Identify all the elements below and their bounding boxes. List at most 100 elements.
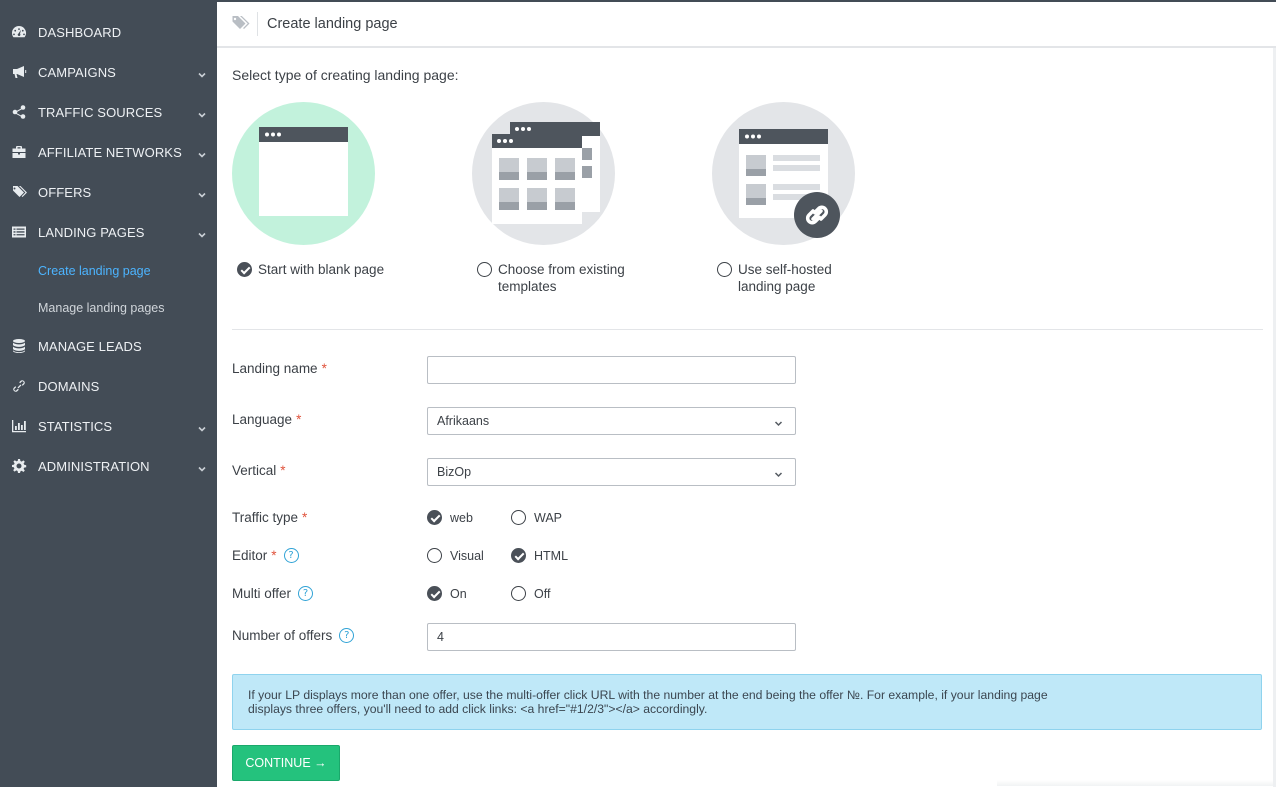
tags-icon (10, 184, 27, 201)
language-label: Language * (232, 412, 301, 427)
option-self-hosted[interactable]: Use self-hosted landing page (717, 261, 832, 295)
sidebar-item-affiliate-networks[interactable]: AFFILIATE NETWORKS (0, 132, 217, 172)
radio-label: Visual (450, 548, 484, 563)
sidebar-item-label: OFFERS (38, 184, 92, 200)
main-content: Create landing page Select type of creat… (217, 0, 1276, 787)
multi-offer-on[interactable]: On (427, 586, 467, 601)
sidebar-item-statistics[interactable]: STATISTICS (0, 406, 217, 446)
landing-name-input[interactable] (427, 356, 796, 384)
help-icon[interactable]: ? (283, 548, 299, 563)
traffic-type-label: Traffic type * (232, 510, 307, 525)
option-existing-templates[interactable]: Choose from existing templates (477, 261, 625, 295)
radio-blank-page[interactable] (237, 262, 252, 277)
header-divider (257, 12, 258, 36)
required-mark: * (321, 361, 327, 376)
page-header: Create landing page (217, 0, 1276, 48)
sidebar-item-landing-pages[interactable]: LANDING PAGES (0, 212, 217, 252)
sidebar-item-domains[interactable]: DOMAINS (0, 366, 217, 406)
option-label: Use self-hosted landing page (738, 261, 832, 295)
editor-visual[interactable]: Visual (427, 548, 484, 563)
self-hosted-illustration[interactable] (712, 102, 855, 245)
link-icon (10, 378, 27, 395)
option-blank-page[interactable]: Start with blank page (237, 261, 384, 278)
section-label: Select type of creating landing page: (232, 67, 459, 83)
label-text: Number of offers (232, 628, 333, 643)
sidebar-item-label: DOMAINS (38, 378, 100, 394)
section-divider (232, 329, 1263, 330)
select-value: BizOp (437, 465, 472, 479)
sidebar-item-label: AFFILIATE NETWORKS (38, 144, 182, 160)
radio-visual[interactable] (427, 548, 442, 563)
sidebar-item-label: CAMPAIGNS (38, 64, 116, 80)
option-label-line-1: Use self-hosted (738, 262, 832, 277)
input-value: 4 (437, 630, 444, 644)
label-text: Vertical (232, 463, 277, 478)
multi-offer-off[interactable]: Off (511, 586, 550, 601)
radio-on[interactable] (427, 586, 442, 601)
radio-self-hosted[interactable] (717, 262, 732, 277)
chevron-down-icon (197, 421, 207, 432)
help-icon[interactable]: ? (298, 586, 314, 601)
megaphone-icon (10, 64, 27, 81)
sidebar-item-campaigns[interactable]: CAMPAIGNS (0, 52, 217, 92)
vertical-label: Vertical * (232, 463, 286, 478)
option-label-line-2: landing page (738, 279, 816, 294)
traffic-type-web[interactable]: web (427, 510, 473, 525)
sidebar-subitem-manage-landing-pages[interactable]: Manage landing pages (38, 301, 165, 315)
vertical-select[interactable]: BizOp (427, 458, 796, 486)
continue-button[interactable]: CONTINUE → (232, 745, 340, 781)
radio-off[interactable] (511, 586, 526, 601)
multi-offer-notice: If your LP displays more than one offer,… (232, 674, 1262, 730)
sidebar-item-dashboard[interactable]: DASHBOARD (0, 12, 217, 52)
radio-label: WAP (534, 510, 563, 525)
editor-label: Editor *? (232, 548, 299, 563)
chevron-down-icon (774, 417, 783, 427)
multi-offer-label: Multi offer? (232, 586, 314, 601)
language-select[interactable]: Afrikaans (427, 407, 796, 435)
chevron-down-icon (774, 468, 783, 478)
sidebar-item-administration[interactable]: ADMINISTRATION (0, 446, 217, 486)
chevron-down-icon (197, 67, 207, 78)
sidebar-item-label: MANAGE LEADS (38, 338, 142, 354)
chevron-down-icon (197, 107, 207, 118)
number-of-offers-input[interactable]: 4 (427, 623, 796, 651)
sidebar-item-manage-leads[interactable]: MANAGE LEADS (0, 326, 217, 366)
page-title: Create landing page (267, 16, 398, 32)
editor-html[interactable]: HTML (511, 548, 568, 563)
templates-illustration[interactable] (472, 102, 615, 245)
select-value: Afrikaans (437, 414, 490, 428)
traffic-type-wap[interactable]: WAP (511, 510, 562, 525)
list-alt-icon (10, 224, 27, 241)
gear-icon (10, 458, 27, 475)
dashboard-icon (10, 24, 27, 41)
sidebar-item-traffic-sources[interactable]: TRAFFIC SOURCES (0, 92, 217, 132)
briefcase-icon (10, 144, 27, 161)
chevron-down-icon (197, 227, 207, 238)
required-mark: * (271, 548, 277, 563)
label-text: Editor (232, 548, 268, 563)
required-mark: * (296, 412, 302, 427)
help-icon[interactable]: ? (339, 628, 355, 643)
blank-page-illustration[interactable] (232, 102, 375, 245)
label-text: Landing name (232, 361, 318, 376)
share-icon (10, 104, 27, 121)
bar-chart-icon (10, 418, 27, 435)
chevron-down-icon (197, 147, 207, 158)
option-label: Start with blank page (258, 262, 385, 277)
sidebar-item-label: LANDING PAGES (38, 224, 145, 240)
chevron-down-icon (197, 461, 207, 472)
radio-existing-templates[interactable] (477, 262, 492, 277)
sidebar-subitem-create-landing-page[interactable]: Create landing page (38, 264, 151, 278)
landing-name-label: Landing name * (232, 361, 327, 376)
label-text: Language (232, 412, 293, 427)
sidebar-item-label: STATISTICS (38, 418, 113, 434)
radio-wap[interactable] (511, 510, 526, 525)
radio-label: web (450, 510, 473, 525)
option-label-line-1: Choose from existing (498, 262, 625, 277)
sidebar: DASHBOARD CAMPAIGNS TRAFFIC SOURCES AFFI… (0, 0, 217, 787)
label-text: Traffic type (232, 510, 299, 525)
radio-html[interactable] (511, 548, 526, 563)
chevron-down-icon (197, 187, 207, 198)
radio-web[interactable] (427, 510, 442, 525)
sidebar-item-offers[interactable]: OFFERS (0, 172, 217, 212)
